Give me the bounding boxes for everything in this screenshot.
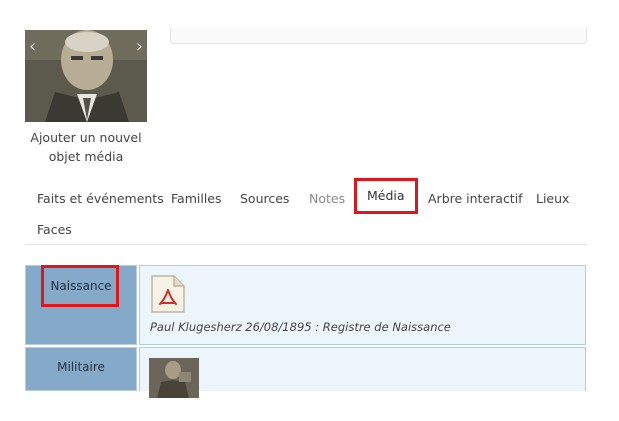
tab-interactive-tree[interactable]: Arbre interactif bbox=[428, 181, 523, 217]
row-label: Militaire bbox=[25, 347, 137, 391]
row-label-text: Militaire bbox=[57, 360, 105, 374]
tabs-divider bbox=[25, 244, 587, 245]
tab-notes[interactable]: Notes bbox=[309, 181, 345, 217]
pdf-file-icon[interactable] bbox=[150, 274, 186, 314]
person-photo[interactable]: ‹ › bbox=[25, 30, 147, 122]
chevron-right-icon[interactable]: › bbox=[136, 38, 143, 56]
add-media-line1: Ajouter un nouvel bbox=[30, 130, 142, 145]
media-row-birth: Naissance Paul Klugesherz 26/08/1895 : R… bbox=[25, 265, 586, 345]
media-row-military: Militaire bbox=[25, 347, 586, 398]
portrait-image bbox=[25, 30, 147, 122]
media-caption[interactable]: Paul Klugesherz 26/08/1895 : Registre de… bbox=[150, 320, 451, 334]
chevron-left-icon[interactable]: ‹ bbox=[29, 38, 36, 56]
tab-media[interactable]: Média bbox=[354, 178, 418, 214]
media-item[interactable] bbox=[139, 347, 586, 398]
tab-sources[interactable]: Sources bbox=[240, 181, 289, 217]
add-media-link[interactable]: Ajouter un nouvel objet média bbox=[22, 128, 150, 166]
media-item[interactable]: Paul Klugesherz 26/08/1895 : Registre de… bbox=[139, 265, 586, 345]
photo-thumbnail[interactable] bbox=[149, 358, 199, 398]
tab-faces[interactable]: Faces bbox=[37, 212, 72, 248]
label-highlight-box bbox=[41, 265, 119, 307]
tab-places[interactable]: Lieux bbox=[536, 181, 569, 217]
tab-families[interactable]: Familles bbox=[171, 181, 222, 217]
top-info-panel bbox=[170, 28, 587, 44]
add-media-line2: objet média bbox=[48, 149, 124, 164]
